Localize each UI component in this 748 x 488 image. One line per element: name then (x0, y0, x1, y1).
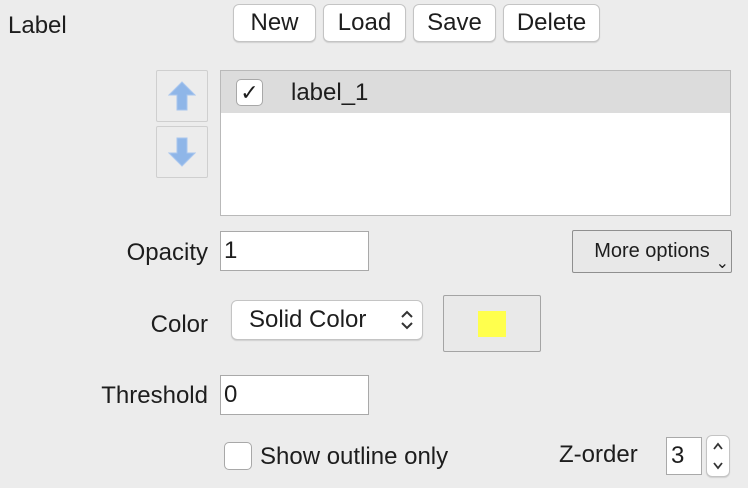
section-title: Label (8, 12, 67, 39)
chevron-down-icon: ⌄ (715, 255, 729, 272)
color-mode-select[interactable]: Solid Color (231, 300, 423, 340)
more-options-button[interactable]: More options ⌄ (572, 230, 732, 273)
list-item[interactable]: ✓ label_1 (221, 71, 730, 113)
zorder-label: Z-order (559, 441, 638, 468)
color-swatch (478, 310, 506, 337)
color-mode-value: Solid Color (249, 306, 367, 333)
move-up-button[interactable] (156, 70, 208, 122)
load-button[interactable]: Load (323, 4, 406, 42)
opacity-input[interactable]: 1 (220, 231, 369, 271)
label-list[interactable]: ✓ label_1 (220, 70, 731, 216)
save-button[interactable]: Save (413, 4, 496, 42)
show-outline-label: Show outline only (260, 443, 449, 470)
show-outline-checkbox[interactable] (224, 442, 252, 470)
label-visible-checkbox[interactable]: ✓ (236, 79, 263, 106)
more-options-label: More options (594, 240, 710, 262)
label-panel: Label New Load Save Delete ✓ label_1 Opa… (0, 0, 748, 488)
stepper-arrows-icon (713, 442, 723, 470)
threshold-input[interactable]: 0 (220, 375, 369, 415)
delete-button[interactable]: Delete (503, 4, 600, 42)
zorder-input[interactable]: 3 (666, 437, 702, 475)
arrow-down-icon (168, 137, 196, 167)
new-button[interactable]: New (233, 4, 316, 42)
select-arrows-icon (401, 310, 413, 330)
threshold-label: Threshold (101, 382, 208, 409)
opacity-label: Opacity (126, 239, 208, 266)
arrow-up-icon (168, 81, 196, 111)
color-label: Color (150, 311, 208, 338)
move-down-button[interactable] (156, 126, 208, 178)
color-swatch-button[interactable] (443, 295, 541, 352)
label-name: label_1 (291, 79, 369, 106)
zorder-stepper[interactable] (706, 435, 730, 477)
